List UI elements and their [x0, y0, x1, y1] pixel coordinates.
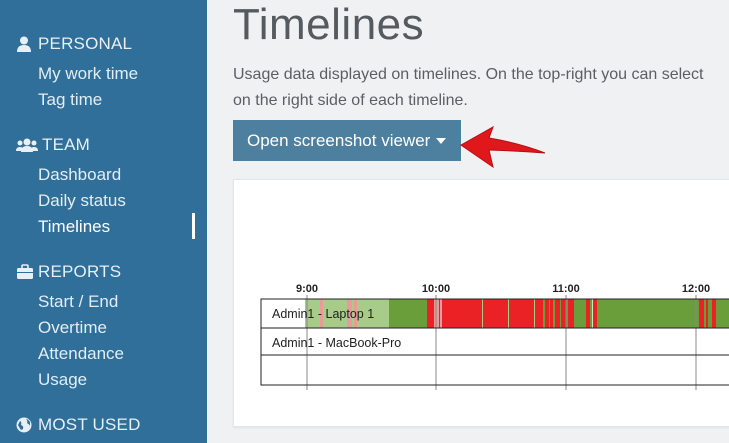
user-icon [16, 36, 34, 52]
open-screenshot-viewer-button[interactable]: Open screenshot viewer [233, 120, 461, 161]
activity-segment[interactable] [427, 299, 574, 328]
activity-segment [549, 299, 550, 328]
sidebar-item-start-end[interactable]: Start / End [38, 292, 118, 312]
sidebar-item-daily-status[interactable]: Daily status [38, 191, 126, 211]
activity-segment [553, 299, 555, 328]
activity-segment [508, 299, 509, 328]
sidebar-item-overtime[interactable]: Overtime [38, 318, 107, 338]
activity-segment[interactable] [597, 299, 699, 328]
section-label: TEAM [42, 135, 91, 154]
button-label: Open screenshot viewer [247, 130, 431, 150]
activity-segment [440, 299, 442, 328]
sidebar-item-usage[interactable]: Usage [38, 370, 87, 390]
page-description: Usage data displayed on timelines. On th… [233, 62, 729, 114]
section-personal: PERSONAL [16, 34, 132, 54]
briefcase-icon [16, 264, 34, 280]
activity-segment [706, 299, 708, 328]
sidebar-item-attendance[interactable]: Attendance [38, 344, 124, 364]
hour-label: 9:00 [296, 283, 318, 295]
timeline-row-label: Admin1 - Laptop 1 [272, 307, 374, 321]
main-content: Timelines Usage data displayed on timeli… [207, 0, 729, 443]
section-reports: REPORTS [16, 262, 121, 282]
section-most-used: MOST USED [16, 415, 141, 435]
hour-label: 11:00 [552, 283, 580, 295]
activity-segment [482, 299, 483, 328]
timeline-row-label: Admin1 - MacBook-Pro [272, 336, 401, 350]
section-label: REPORTS [38, 262, 122, 281]
timeline-panel: 9:00 10:00 11:00 12:00 Admin1 - Laptop 1 Adm… [233, 179, 729, 427]
sidebar-item-timelines[interactable]: Timelines [38, 217, 110, 237]
section-label: PERSONAL [38, 34, 133, 53]
description-line: on the right side of each timeline. [233, 92, 468, 109]
sidebar-item-tag-time[interactable]: Tag time [38, 90, 102, 110]
page-title: Timelines [233, 0, 425, 49]
activity-segment [592, 299, 593, 328]
globe-icon [16, 417, 34, 433]
activity-segment[interactable] [712, 299, 716, 328]
hour-label: 12:00 [682, 283, 710, 295]
users-icon [16, 137, 38, 153]
activity-segment[interactable] [716, 299, 729, 328]
section-team: TEAM [16, 135, 90, 155]
sidebar: PERSONAL My work time Tag time TEAM Dash… [0, 0, 207, 443]
red-arrow-icon [460, 125, 546, 169]
activity-segment[interactable] [574, 299, 586, 328]
activity-segment [543, 299, 545, 328]
activity-segment [534, 299, 535, 328]
description-line: Usage data displayed on timelines. On th… [233, 66, 704, 83]
active-indicator [192, 213, 195, 239]
sidebar-item-my-work-time[interactable]: My work time [38, 64, 138, 84]
section-label: MOST USED [38, 415, 141, 434]
activity-segment[interactable] [699, 299, 704, 328]
timeline-chart: 9:00 10:00 11:00 12:00 Admin1 - Laptop 1 Adm… [260, 283, 729, 390]
hour-label: 10:00 [422, 283, 450, 295]
activity-segment [560, 299, 561, 328]
activity-segment[interactable] [389, 299, 427, 328]
activity-segment [590, 299, 592, 328]
caret-down-icon [436, 137, 447, 144]
sidebar-item-dashboard[interactable]: Dashboard [38, 165, 121, 185]
